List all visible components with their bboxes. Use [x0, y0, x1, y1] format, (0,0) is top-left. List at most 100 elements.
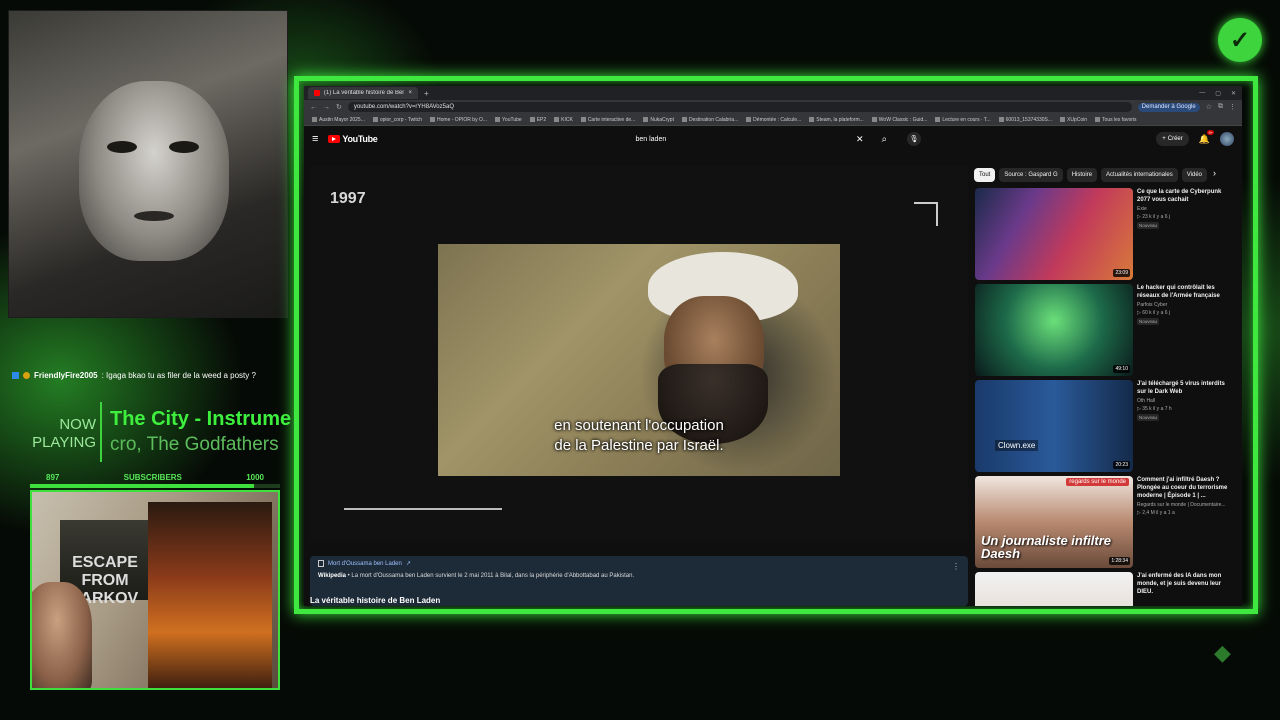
bookmark-label: Carte interactive de... — [587, 116, 636, 123]
avatar[interactable] — [1220, 132, 1234, 146]
bookmark-item[interactable]: XUpCoin — [1060, 117, 1087, 123]
tab-title: (1) La véritable histoire de Ben — [323, 90, 405, 96]
bookmark-item[interactable]: Steam, la plateform... — [809, 117, 864, 123]
video-progress-bar[interactable] — [344, 508, 502, 510]
chip-history[interactable]: Histoire — [1066, 168, 1098, 182]
bookmark-item[interactable]: YouTube — [495, 117, 522, 123]
chip-all[interactable]: Tout — [974, 168, 996, 182]
recommendation-title[interactable]: Comment j'ai infiltré Daesh ? Plongée au… — [1137, 476, 1233, 500]
video-thumbnail[interactable]: 23:09 — [975, 188, 1133, 280]
recommendation-meta: J'ai téléchargé 5 virus interdits sur le… — [1137, 380, 1233, 472]
new-tab-button[interactable]: + — [424, 89, 429, 98]
bookmark-item[interactable]: KICK — [554, 117, 573, 123]
video-thumbnail[interactable]: regards sur le monde Un journaliste infi… — [975, 476, 1133, 568]
recommendation-item[interactable]: regards sur le monde Un journaliste infi… — [975, 476, 1233, 568]
recommendation-channel[interactable]: Parfois Cyber — [1137, 302, 1233, 308]
chip-videos[interactable]: Vidéo — [1181, 168, 1208, 182]
document-icon — [318, 560, 324, 567]
bookmark-item[interactable]: Lecture en cours · T... — [935, 116, 991, 123]
recommendation-title[interactable]: J'ai téléchargé 5 virus interdits sur le… — [1137, 380, 1233, 396]
channel-watermark: regards sur le monde — [1066, 478, 1129, 486]
recommendation-channel[interactable]: Regards sur le monde | Documentaire... — [1137, 502, 1233, 508]
video-thumbnail[interactable]: 49:10 — [975, 284, 1133, 376]
subtitle-line-2: de la Palestine par Israël. — [554, 437, 724, 454]
video-player[interactable]: 1997 en soutenant l'occupation de la Pal… — [310, 166, 968, 540]
recommendation-channel[interactable]: Oth Hall — [1137, 398, 1233, 404]
info-description: Wikipedia • La mort d'Oussama ben Laden … — [318, 573, 960, 579]
recommendation-item[interactable]: 23:09 Ce que la carte de Cyberpunk 2077 … — [975, 188, 1233, 280]
ask-google-button[interactable]: Demander à Google — [1137, 102, 1200, 112]
browser-window: (1) La véritable histoire de Ben × + — ▢… — [304, 86, 1242, 606]
create-label: Créer — [1167, 136, 1183, 142]
menu-icon[interactable]: ≡ — [312, 133, 318, 145]
bookmark-label: Home - OPIOR by O... — [437, 116, 488, 123]
bookmark-item[interactable]: 60013_15374330S... — [998, 116, 1053, 123]
chip-international-news[interactable]: Actualités internationales — [1101, 168, 1178, 182]
bookmark-item[interactable]: Tous les favoris — [1095, 116, 1137, 123]
bookmark-item[interactable]: WoW Classic : Guid... — [871, 116, 927, 123]
recommendation-channel[interactable]: Exie — [1137, 206, 1233, 212]
bookmark-label: Tous les favoris — [1102, 116, 1137, 123]
search-input[interactable]: ben laden ✕ — [631, 132, 863, 146]
bookmark-item[interactable]: Carte interactive de... — [580, 116, 636, 123]
video-thumbnail[interactable]: Clown.exe 20:23 — [975, 380, 1133, 472]
search-icon[interactable]: ⌕ — [881, 134, 887, 145]
clear-search-icon[interactable]: ✕ — [856, 134, 864, 145]
video-thumbnail[interactable] — [975, 572, 1133, 606]
recommendation-stats: ▷ 60 k il y a 6 j — [1137, 310, 1171, 316]
bookmark-item[interactable]: opior_corp - Twitch — [372, 117, 422, 123]
more-options-icon[interactable]: ⋮ — [952, 562, 960, 571]
bookmark-item[interactable]: Démontée : Calcule... — [746, 117, 801, 123]
chevron-right-icon[interactable]: › — [1213, 168, 1216, 182]
back-icon[interactable]: ← — [310, 104, 317, 111]
now-playing-label: NOW PLAYING — [24, 416, 96, 452]
search-value: ben laden — [635, 135, 667, 143]
recommendation-item[interactable]: 49:10 Le hacker qui contrôlait les résea… — [975, 284, 1233, 376]
bookmark-icon — [1095, 116, 1101, 122]
url-text: youtube.com/watch?v=rYH8AVoz5aQ — [353, 104, 454, 110]
bookmark-item[interactable]: EP2 — [529, 117, 546, 123]
info-source: Wikipedia — [318, 573, 346, 579]
microphone-icon[interactable]: 🎙 — [907, 132, 922, 146]
chat-message: FriendlyFire2005 : Igaga bkao tu as file… — [12, 371, 256, 380]
plus-icon: + — [1162, 136, 1166, 142]
create-button[interactable]: + Créer — [1156, 132, 1189, 146]
info-link[interactable]: Mort d'Oussama ben Laden ↗ — [318, 560, 960, 567]
recommendation-title[interactable]: Ce que la carte de Cyberpunk 2077 vous c… — [1137, 188, 1233, 204]
recommendation-item[interactable]: Clown.exe 20:23 J'ai téléchargé 5 virus … — [975, 380, 1233, 472]
bookmark-item[interactable]: NukaCrypt — [643, 117, 674, 123]
bookmarks-bar: Austin Mayor 2025... opior_corp - Twitch H… — [304, 114, 1242, 126]
recommendation-item[interactable]: J'ai enfermé des IA dans mon monde, et j… — [975, 572, 1233, 606]
tab-active[interactable]: (1) La véritable histoire de Ben × — [308, 87, 418, 99]
bookmark-item[interactable]: Destination Calabria... — [681, 116, 738, 123]
recommendation-title[interactable]: Le hacker qui contrôlait les réseaux de … — [1137, 284, 1233, 300]
extensions-icon[interactable]: ⧉ — [1218, 103, 1223, 111]
tab-close-icon[interactable]: × — [408, 90, 412, 96]
bookmark-icon — [935, 116, 941, 122]
maximize-icon[interactable]: ▢ — [1215, 90, 1221, 97]
video-year-overlay: 1997 — [330, 190, 366, 207]
bookmark-icon — [430, 116, 436, 122]
reload-icon[interactable]: ↻ — [336, 103, 342, 111]
bookmark-item[interactable]: Austin Mayor 2025... — [312, 117, 365, 123]
recommendation-title[interactable]: J'ai enfermé des IA dans mon monde, et j… — [1137, 572, 1233, 596]
minimize-icon[interactable]: — — [1199, 90, 1205, 97]
bookmark-star-icon[interactable]: ☆ — [1206, 103, 1212, 111]
close-window-icon[interactable]: ✕ — [1231, 90, 1236, 97]
bookmark-label: Steam, la plateform... — [816, 116, 864, 123]
bookmark-icon — [681, 116, 687, 122]
youtube-logo[interactable]: YouTube — [328, 134, 378, 144]
chip-source[interactable]: Source : Gaspard G — [999, 168, 1063, 182]
forward-icon[interactable]: → — [323, 104, 330, 111]
notifications-icon[interactable]: 🔔 9+ — [1199, 129, 1214, 145]
video-subtitles: en soutenant l'occupation de la Palestin… — [438, 416, 840, 456]
filter-chips: Tout Source : Gaspard G Histoire Actuali… — [974, 168, 1230, 182]
window-controls: — ▢ ✕ — [1199, 90, 1242, 97]
url-field[interactable]: youtube.com/watch?v=rYH8AVoz5aQ — [347, 102, 1132, 112]
bookmark-item[interactable]: Home - OPIOR by O... — [430, 117, 487, 123]
bookmark-icon — [871, 116, 877, 122]
verified-check-icon: ✓ — [1218, 18, 1262, 62]
bookmark-label: Lecture en cours · T... — [942, 116, 991, 123]
browser-menu-icon[interactable]: ⋮ — [1229, 103, 1236, 111]
bookmark-label: 60013_15374330S... — [1005, 116, 1053, 123]
